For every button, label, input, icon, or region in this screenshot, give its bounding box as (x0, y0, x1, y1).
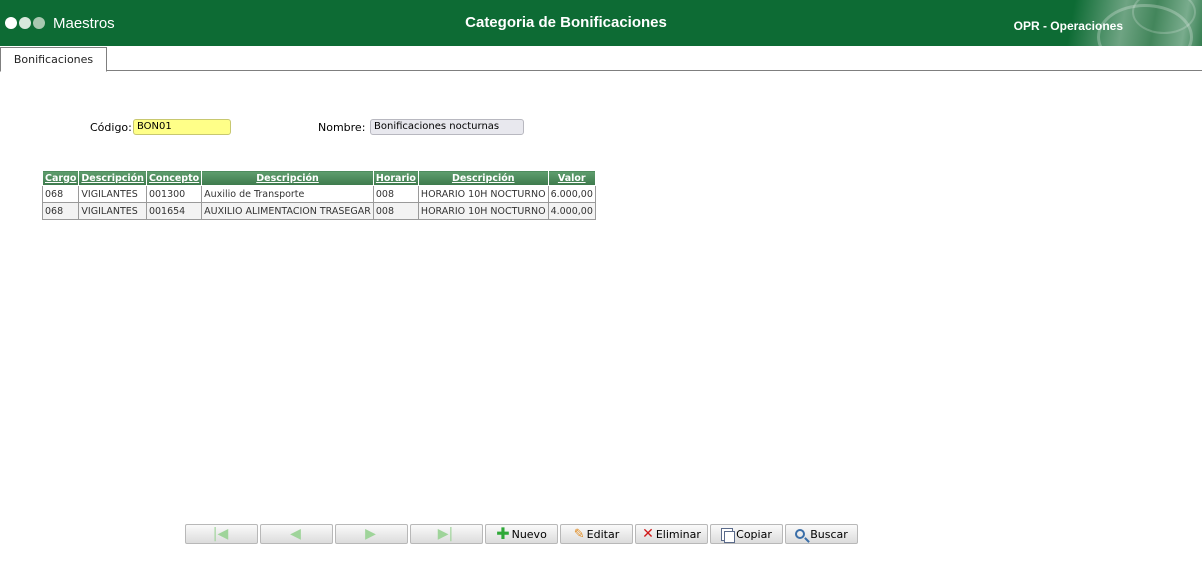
nombre-field[interactable]: Bonificaciones nocturnas (370, 119, 524, 135)
col-header-descripcion-horario[interactable]: Descripción (417, 170, 549, 186)
copiar-button[interactable]: Copiar (710, 524, 783, 544)
editar-button[interactable]: ✎ Editar (560, 524, 633, 544)
codigo-field[interactable]: BON01 (133, 119, 231, 135)
last-icon: ▶| (437, 526, 454, 542)
buscar-label: Buscar (810, 527, 848, 541)
col-header-concepto[interactable]: Concepto (145, 170, 203, 186)
cell-descripcion-cargo: VIGILANTES (78, 185, 147, 203)
pencil-icon: ✎ (573, 526, 585, 542)
cell-horario: 008 (372, 202, 419, 220)
table-row[interactable]: 068 VIGILANTES 001654 AUXILIO ALIMENTACI… (41, 202, 596, 220)
codigo-label: Código: (90, 121, 132, 134)
cell-descripcion-horario: HORARIO 10H NOCTURNO (417, 202, 549, 220)
eliminar-button[interactable]: ✕ Eliminar (635, 524, 708, 544)
bonificaciones-table: Cargo Descripción Concepto Descripción H… (41, 170, 596, 220)
prev-icon: ◀ (290, 526, 301, 542)
first-icon: |◀ (212, 526, 229, 542)
table-row[interactable]: 068 VIGILANTES 001300 Auxilio de Transpo… (41, 185, 596, 203)
col-header-descripcion-concepto[interactable]: Descripción (201, 170, 374, 186)
col-header-horario[interactable]: Horario (372, 170, 419, 186)
col-header-valor[interactable]: Valor (547, 170, 596, 186)
last-record-button[interactable]: ▶| (410, 524, 483, 544)
plus-icon: ✚ (496, 524, 510, 543)
table-header-row: Cargo Descripción Concepto Descripción H… (41, 170, 596, 186)
nuevo-button[interactable]: ✚ Nuevo (485, 524, 558, 544)
next-record-button[interactable]: ▶ (335, 524, 408, 544)
search-icon (795, 529, 806, 539)
cell-concepto: 001654 (145, 202, 203, 220)
cell-descripcion-horario: HORARIO 10H NOCTURNO (417, 185, 549, 203)
next-icon: ▶ (365, 526, 376, 542)
cell-horario: 008 (372, 185, 419, 203)
cell-valor: 4.000,00 (547, 202, 596, 220)
cell-cargo: 068 (41, 202, 80, 220)
cell-valor: 6.000,00 (547, 185, 596, 203)
header-bar: Maestros Categoria de Bonificaciones OPR… (0, 0, 1202, 46)
previous-record-button[interactable]: ◀ (260, 524, 333, 544)
tab-bonificaciones[interactable]: Bonificaciones (0, 47, 107, 72)
tab-bar: Bonificaciones (0, 46, 1202, 72)
col-header-cargo[interactable]: Cargo (41, 170, 80, 186)
copy-icon (721, 527, 736, 543)
cell-cargo: 068 (41, 185, 80, 203)
copiar-label: Copiar (736, 527, 772, 541)
area-label: OPR - Operaciones (1013, 19, 1123, 33)
col-header-descripcion-cargo[interactable]: Descripción (78, 170, 147, 186)
cell-descripcion-cargo: VIGILANTES (78, 202, 147, 220)
buscar-button[interactable]: Buscar (785, 524, 858, 544)
delete-icon: ✕ (642, 526, 654, 542)
editar-label: Editar (586, 527, 620, 541)
record-toolbar: |◀ ◀ ▶ ▶| ✚ Nuevo ✎ Editar ✕ Eliminar Co… (185, 524, 858, 544)
cell-concepto: 001300 (145, 185, 203, 203)
eliminar-label: Eliminar (655, 527, 701, 541)
first-record-button[interactable]: |◀ (185, 524, 258, 544)
cell-descripcion-concepto: Auxilio de Transporte (201, 185, 374, 203)
page-title: Categoria de Bonificaciones (465, 14, 667, 31)
cell-descripcion-concepto: AUXILIO ALIMENTACION TRASEGAR (201, 202, 374, 220)
nuevo-label: Nuevo (511, 527, 547, 541)
nombre-label: Nombre: (318, 121, 366, 134)
